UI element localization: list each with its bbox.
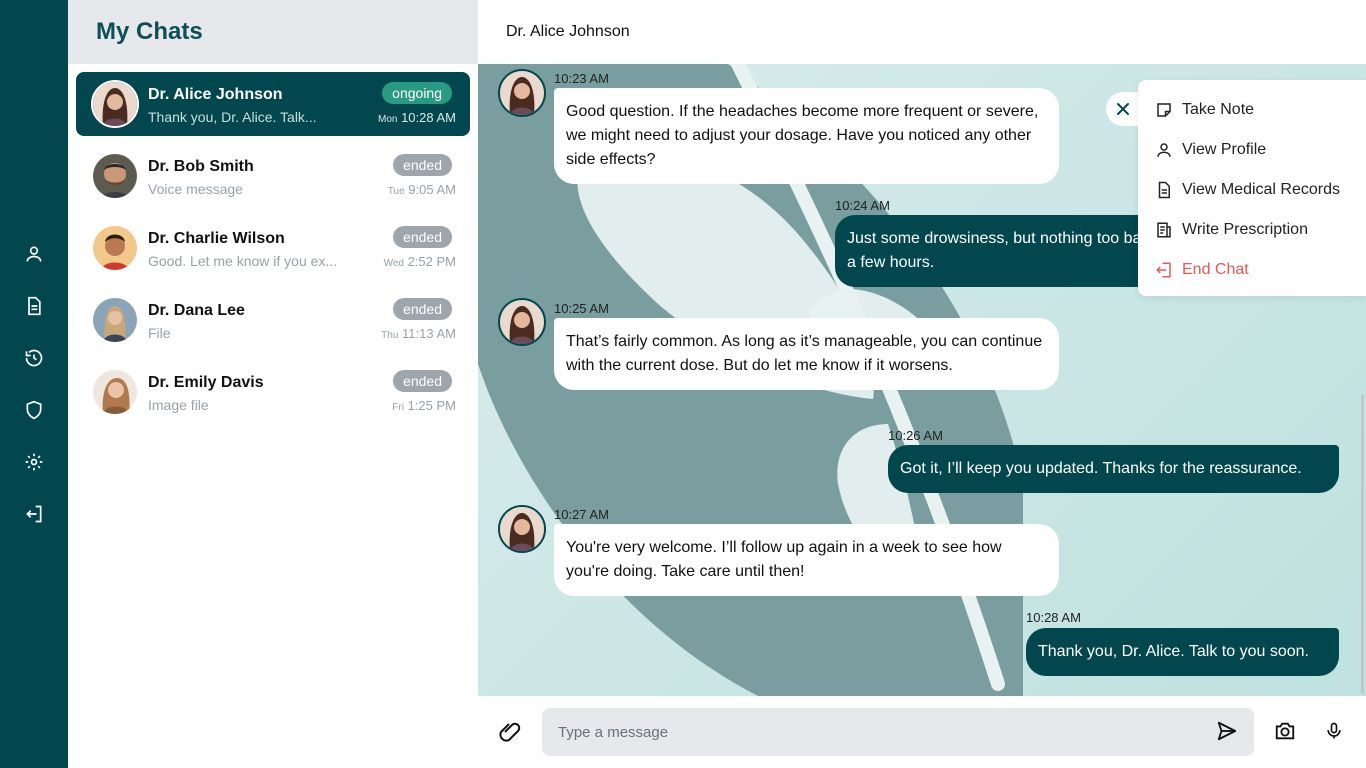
chat-time: 11:13 AM <box>402 326 456 341</box>
message-input-box <box>542 708 1254 756</box>
message-bubble-incoming: Good question. If the headaches become m… <box>554 88 1059 184</box>
attach-icon[interactable] <box>498 720 522 744</box>
message-time: 10:28 AM <box>1026 610 1081 625</box>
conversation-title: Dr. Alice Johnson <box>506 23 630 40</box>
status-badge: ended <box>393 226 452 248</box>
close-icon <box>1117 103 1129 115</box>
message-time: 10:25 AM <box>554 301 609 316</box>
chat-day: Wed <box>383 258 404 269</box>
avatar <box>91 152 139 200</box>
menu-item-write-prescription[interactable]: Write Prescription <box>1154 216 1308 244</box>
shield-icon[interactable] <box>22 398 46 422</box>
chat-item-emily-davis[interactable]: Dr. Emily Davis Image file ended Fri 1:2… <box>76 360 470 424</box>
chat-time: 2:52 PM <box>407 254 456 269</box>
menu-item-view-medical-records[interactable]: View Medical Records <box>1154 176 1340 204</box>
message-bubble-outgoing: Thank you, Dr. Alice. Talk to you soon. <box>1026 628 1339 676</box>
menu-item-label: Take Note <box>1182 101 1255 118</box>
chat-preview: Good. Let me know if you ex... <box>148 253 338 269</box>
menu-item-label: View Profile <box>1182 141 1267 158</box>
prescription-icon <box>1154 220 1174 240</box>
conversation-panel: Dr. Alice Johnson 10:23 AM Good question… <box>478 0 1366 768</box>
logout-icon[interactable] <box>22 502 46 526</box>
chat-name: Dr. Bob Smith <box>148 158 254 175</box>
menu-item-view-profile[interactable]: View Profile <box>1154 136 1266 164</box>
exit-icon <box>1154 260 1174 280</box>
user-icon <box>1154 140 1174 160</box>
chat-day: Fri <box>392 402 404 413</box>
chat-preview: Image file <box>148 397 209 413</box>
message-composer <box>478 696 1366 768</box>
message-time: 10:26 AM <box>888 428 943 443</box>
chat-name: Dr. Charlie Wilson <box>148 230 285 247</box>
close-menu-button[interactable] <box>1106 92 1140 126</box>
doctor-avatar <box>498 69 546 117</box>
chat-item-alice-johnson[interactable]: Dr. Alice Johnson Thank you, Dr. Alice. … <box>76 72 470 136</box>
page-title: My Chats <box>96 18 203 45</box>
document-icon <box>1154 180 1174 200</box>
chat-timestamp: Tue 9:05 AM <box>388 182 456 197</box>
chat-list-header: My Chats <box>68 0 478 64</box>
menu-item-end-chat[interactable]: End Chat <box>1154 256 1249 284</box>
scrollbar[interactable] <box>1361 394 1364 694</box>
history-icon[interactable] <box>22 346 46 370</box>
avatar <box>91 224 139 272</box>
chat-timestamp: Wed 2:52 PM <box>384 254 456 269</box>
chat-time: 9:05 AM <box>408 182 456 197</box>
message-input[interactable] <box>558 708 1198 756</box>
chat-name: Dr. Dana Lee <box>148 302 245 319</box>
message-bubble-incoming: That’s fairly common. As long as it’s ma… <box>554 318 1059 390</box>
menu-item-label: View Medical Records <box>1182 181 1340 198</box>
status-badge: ended <box>393 370 452 392</box>
chat-item-dana-lee[interactable]: Dr. Dana Lee File ended Thu 11:13 AM <box>76 288 470 352</box>
doctor-avatar <box>498 505 546 553</box>
status-badge: ended <box>393 154 452 176</box>
status-badge: ongoing <box>382 82 452 104</box>
message-bubble-outgoing: Got it, I’ll keep you updated. Thanks fo… <box>888 445 1339 493</box>
chat-time: 1:25 PM <box>407 398 456 413</box>
menu-item-take-note[interactable]: Take Note <box>1154 96 1254 124</box>
avatar <box>91 296 139 344</box>
chat-day: Mon <box>377 114 398 125</box>
chat-preview: Voice message <box>148 181 243 197</box>
menu-item-label: Write Prescription <box>1182 221 1308 238</box>
user-icon[interactable] <box>22 242 46 266</box>
chat-timestamp: Thu 11:13 AM <box>381 326 456 341</box>
chat-item-bob-smith[interactable]: Dr. Bob Smith Voice message ended Tue 9:… <box>76 144 470 208</box>
chat-preview: Thank you, Dr. Alice. Talk... <box>148 109 317 125</box>
avatar <box>91 368 139 416</box>
chat-day: Tue <box>387 186 405 197</box>
microphone-icon[interactable] <box>1324 720 1348 744</box>
settings-icon[interactable] <box>22 450 46 474</box>
message-time: 10:27 AM <box>554 507 609 522</box>
message-time: 10:24 AM <box>835 198 890 213</box>
doctor-avatar <box>498 298 546 346</box>
note-icon <box>1154 100 1174 120</box>
chat-name: Dr. Emily Davis <box>148 374 264 391</box>
chat-options-menu: Take Note View Profile View Medical Reco… <box>1138 80 1366 296</box>
chat-name: Dr. Alice Johnson <box>148 86 283 103</box>
chat-time: 10:28 AM <box>401 110 456 125</box>
message-time: 10:23 AM <box>554 71 609 86</box>
nav-rail <box>0 0 68 768</box>
chat-timestamp: Mon 10:28 AM <box>378 110 456 125</box>
message-bubble-incoming: You're very welcome. I’ll follow up agai… <box>554 524 1059 596</box>
avatar <box>91 80 139 128</box>
chat-day: Thu <box>381 330 399 341</box>
message-area[interactable]: 10:23 AM Good question. If the headaches… <box>478 64 1366 696</box>
menu-item-label: End Chat <box>1182 261 1249 278</box>
chat-preview: File <box>148 325 171 341</box>
camera-icon[interactable] <box>1274 720 1298 744</box>
document-icon[interactable] <box>22 294 46 318</box>
conversation-header: Dr. Alice Johnson <box>478 0 1366 64</box>
chat-timestamp: Fri 1:25 PM <box>392 398 456 413</box>
status-badge: ended <box>393 298 452 320</box>
chat-item-charlie-wilson[interactable]: Dr. Charlie Wilson Good. Let me know if … <box>76 216 470 280</box>
chat-list-panel: My Chats Dr. Alice Johnson Thank you, Dr… <box>68 0 478 768</box>
send-icon[interactable] <box>1216 720 1240 744</box>
